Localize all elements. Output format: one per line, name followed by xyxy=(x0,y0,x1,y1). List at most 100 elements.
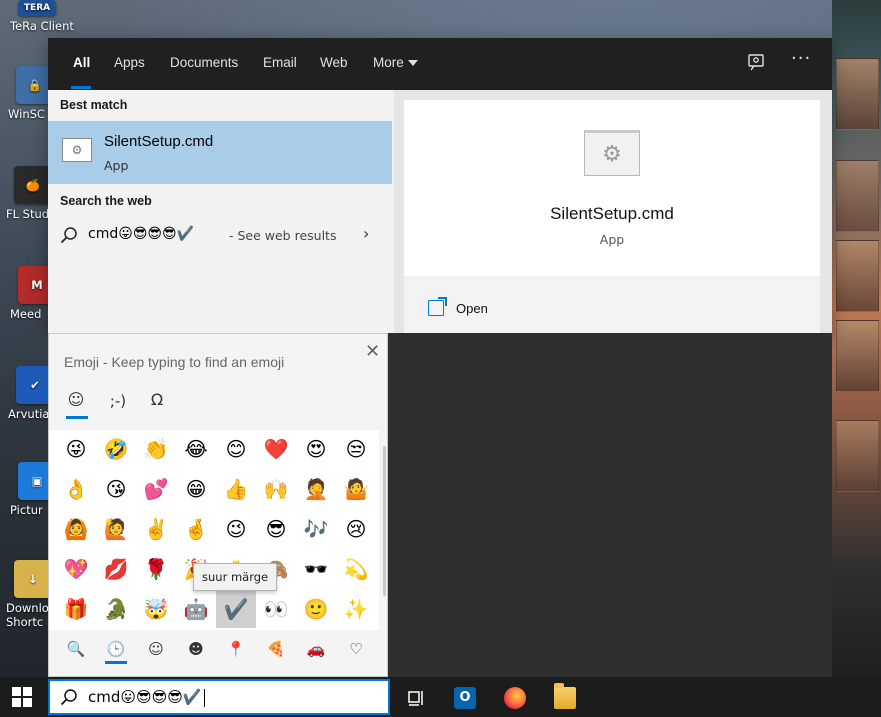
emoji-cell[interactable]: ✔️ xyxy=(216,590,256,628)
outlook-icon[interactable]: O xyxy=(454,687,476,709)
task-view-icon[interactable] xyxy=(406,687,428,709)
search-web-heading: Search the web xyxy=(60,194,152,208)
emoji-cell[interactable]: 💕 xyxy=(136,470,176,508)
file-explorer-icon[interactable] xyxy=(554,683,576,709)
web-query-text: cmd😛😎😎😎✔️ xyxy=(88,226,195,242)
tab-kaomoji[interactable]: ;-) xyxy=(106,392,130,410)
tera-icon: TERA xyxy=(18,0,56,16)
best-match-result[interactable]: ⚙ SilentSetup.cmd App xyxy=(48,121,392,184)
emoji-cell[interactable]: 😁 xyxy=(176,470,216,508)
active-category-indicator xyxy=(66,416,88,419)
preview-actions: Open xyxy=(404,276,820,333)
wallpaper-house xyxy=(836,160,879,232)
emoji-cell[interactable]: 💋 xyxy=(96,550,136,588)
emoji-picker-header: Emoji - Keep typing to find an emoji ✕ ☺… xyxy=(49,334,387,430)
result-preview-pane: ⚙ SilentSetup.cmd App Open xyxy=(404,100,820,333)
emoji-cell[interactable]: 👏 xyxy=(136,430,176,468)
tab-symbols[interactable]: Ω xyxy=(145,390,169,409)
emoji-cell[interactable]: 🙌 xyxy=(256,470,296,508)
emoji-cell[interactable]: 🤣 xyxy=(96,430,136,468)
emoji-cell[interactable]: 😒 xyxy=(336,430,376,468)
emoji-cell[interactable]: 👌 xyxy=(56,470,96,508)
preview-title: SilentSetup.cmd xyxy=(550,204,674,223)
search-icon xyxy=(60,227,77,244)
preview-subtitle: App xyxy=(599,232,625,247)
wallpaper-house xyxy=(836,240,879,312)
smiley-icon[interactable]: ☺ xyxy=(143,638,169,660)
tab-documents[interactable]: Documents xyxy=(170,55,238,70)
feedback-icon[interactable] xyxy=(746,52,766,72)
emoji-cell[interactable]: ✌️ xyxy=(136,510,176,548)
emoji-cell[interactable]: 🤷 xyxy=(336,470,376,508)
tab-web[interactable]: Web xyxy=(320,55,348,70)
downloads-shortcut-icon: ↓ xyxy=(14,560,52,598)
emoji-cell[interactable]: 🙆 xyxy=(56,510,96,548)
search-results-list: Best match ⚙ SilentSetup.cmd App Search … xyxy=(48,90,394,333)
desktop-icon-label: TeRa Client xyxy=(10,19,74,33)
emoji-cell[interactable]: 👍 xyxy=(216,470,256,508)
emoji-cell[interactable]: ❤️ xyxy=(256,430,296,468)
emoji-cell[interactable]: 🤞 xyxy=(176,510,216,548)
emoji-cell[interactable]: 😘 xyxy=(96,470,136,508)
emoji-cell[interactable]: 😎 xyxy=(256,510,296,548)
emoji-cell[interactable]: 🤖 xyxy=(176,590,216,628)
close-icon[interactable]: ✕ xyxy=(365,342,380,362)
emoji-cell[interactable]: 🙂 xyxy=(296,590,336,628)
food-icon[interactable]: 🍕 xyxy=(263,638,289,660)
heart-icon[interactable]: ♡ xyxy=(343,638,369,660)
search-icon xyxy=(60,689,77,706)
taskbar-search-box[interactable]: cmd😛😎😎😎✔️ xyxy=(48,679,390,715)
desktop-wallpaper-edge xyxy=(832,0,881,677)
desktop-icon-tera[interactable]: TERA TeRa Client xyxy=(4,0,74,33)
emoji-cell[interactable]: 🕶️ xyxy=(296,550,336,588)
emoji-category-bar: 🔍 🕒 ☺ ☻ 📍 🍕 🚗 ♡ xyxy=(49,630,387,676)
open-action[interactable]: Open xyxy=(428,297,548,318)
search-tab-bar: All Apps Documents Email Web More ··· xyxy=(48,38,832,90)
recent-icon[interactable]: 🕒 xyxy=(103,638,129,660)
open-label: Open xyxy=(456,300,488,316)
emoji-cell[interactable]: 😍 xyxy=(296,430,336,468)
tab-email[interactable]: Email xyxy=(263,55,297,70)
tab-more[interactable]: More xyxy=(373,55,404,70)
emoji-cell[interactable]: 😜 xyxy=(56,430,96,468)
emoji-cell[interactable]: ✨ xyxy=(336,590,376,628)
chevron-down-icon[interactable] xyxy=(408,60,418,66)
emoji-cell[interactable]: 🎁 xyxy=(56,590,96,628)
more-options-icon[interactable]: ··· xyxy=(791,48,811,69)
emoji-cell[interactable]: 🐊 xyxy=(96,590,136,628)
see-web-results-text: - See web results xyxy=(229,228,337,243)
active-tab-indicator xyxy=(71,86,91,89)
places-icon[interactable]: 📍 xyxy=(223,638,249,660)
emoji-cell[interactable]: 💖 xyxy=(56,550,96,588)
web-search-result[interactable]: cmd😛😎😎😎✔️ - See web results › xyxy=(48,218,392,252)
emoji-cell[interactable]: 💫 xyxy=(336,550,376,588)
emoji-cell[interactable]: 🤯 xyxy=(136,590,176,628)
emoji-cell[interactable]: 🙋 xyxy=(96,510,136,548)
result-name: SilentSetup.cmd xyxy=(104,133,214,150)
tab-apps[interactable]: Apps xyxy=(114,55,145,70)
emoji-cell[interactable]: 😊 xyxy=(216,430,256,468)
emoji-cell[interactable]: 🤦 xyxy=(296,470,336,508)
emoji-cell[interactable]: 👀 xyxy=(256,590,296,628)
search-icon[interactable]: 🔍 xyxy=(63,638,89,660)
emoji-cell[interactable]: 🎶 xyxy=(296,510,336,548)
tab-emoji[interactable]: ☺ xyxy=(64,390,88,409)
open-icon xyxy=(428,297,447,316)
emoji-cell[interactable]: 😉 xyxy=(216,510,256,548)
emoji-cell[interactable]: 🌹 xyxy=(136,550,176,588)
emoji-picker: Emoji - Keep typing to find an emoji ✕ ☺… xyxy=(48,333,388,677)
scrollbar[interactable] xyxy=(383,446,386,596)
windows-start-icon[interactable] xyxy=(12,687,32,707)
emoji-cell[interactable]: 😢 xyxy=(336,510,376,548)
wallpaper-house xyxy=(836,420,879,492)
vehicle-icon[interactable]: 🚗 xyxy=(303,638,329,660)
result-type: App xyxy=(104,158,129,173)
emoji-grid: 😜🤣👏😂😊❤️😍😒👌😘💕😁👍🙌🤦🤷🙆🙋✌️🤞😉😎🎶😢💖💋🌹🎉🎂🙈🕶️💫🎁🐊🤯🤖✔… xyxy=(49,430,379,630)
cmd-file-icon: ⚙ xyxy=(584,130,640,176)
chevron-right-icon[interactable]: › xyxy=(363,224,369,243)
people-icon[interactable]: ☻ xyxy=(183,638,209,660)
firefox-icon[interactable] xyxy=(504,687,526,709)
emoji-cell[interactable]: 😂 xyxy=(176,430,216,468)
tab-all[interactable]: All xyxy=(73,55,90,70)
dark-background-area xyxy=(388,333,832,677)
